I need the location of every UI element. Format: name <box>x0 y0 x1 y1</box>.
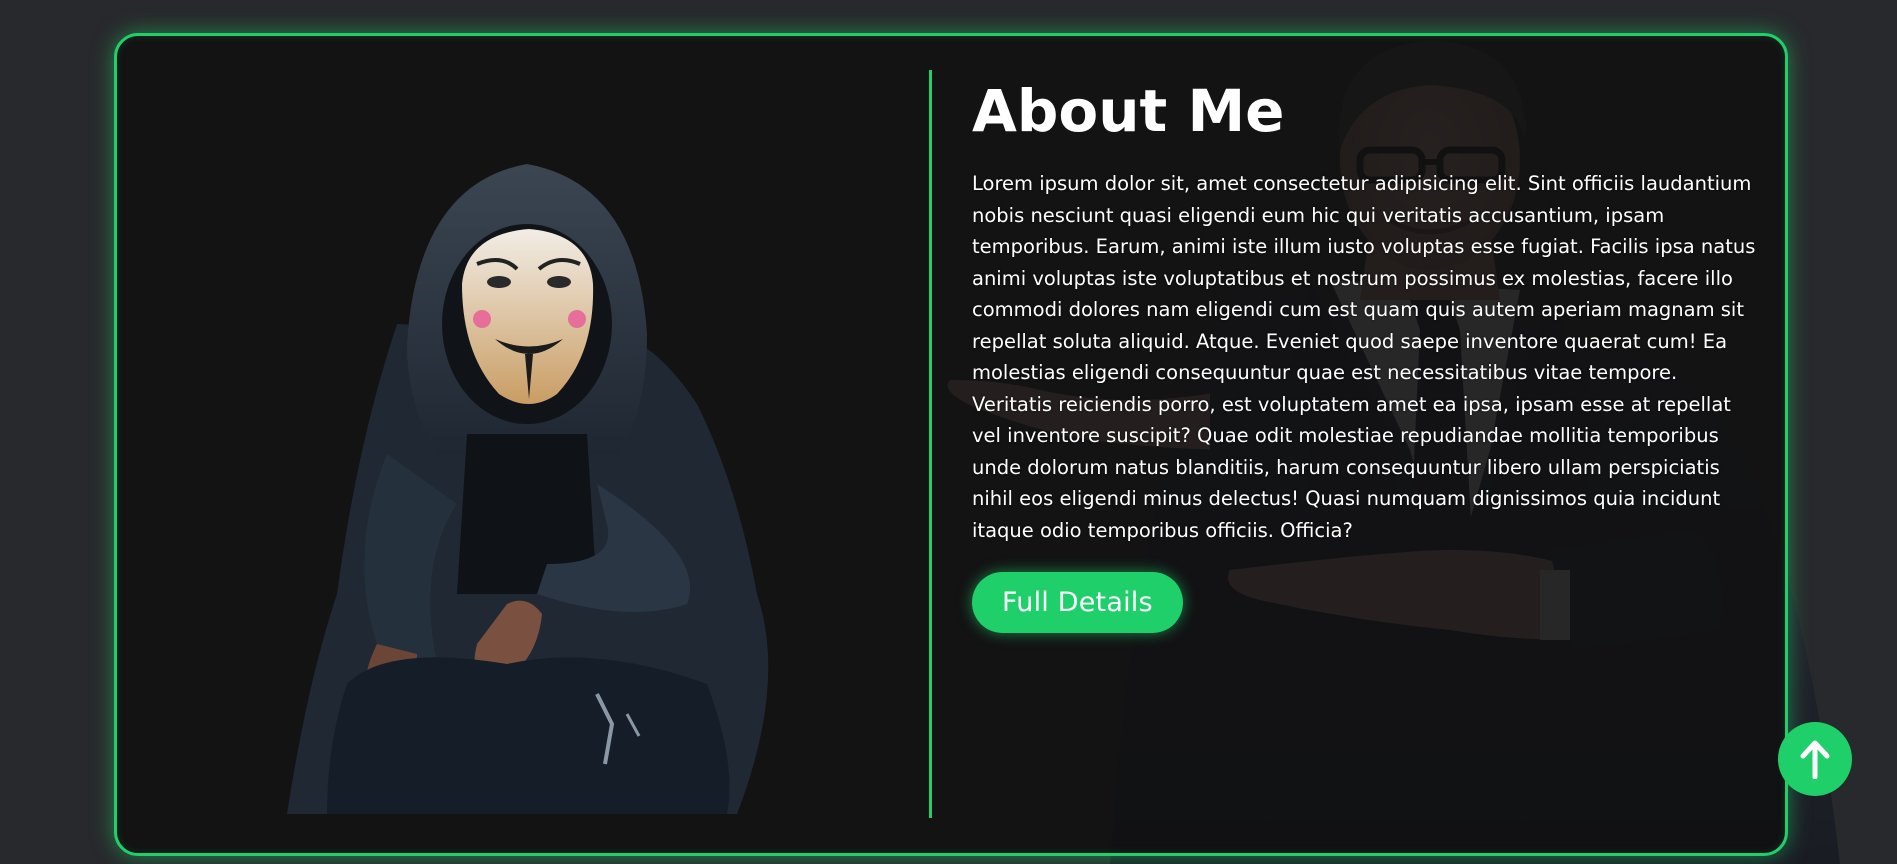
page: About Me Lorem ipsum dolor sit, amet con… <box>0 0 1897 864</box>
about-card: About Me Lorem ipsum dolor sit, amet con… <box>114 33 1788 856</box>
scroll-to-top-button[interactable] <box>1778 722 1852 796</box>
arrow-up-icon <box>1800 740 1830 779</box>
full-details-button[interactable]: Full Details <box>972 572 1183 633</box>
page-title: About Me <box>972 77 1285 145</box>
hacker-image <box>287 164 769 814</box>
about-content: About Me Lorem ipsum dolor sit, amet con… <box>972 82 1772 633</box>
vertical-divider <box>929 70 932 818</box>
about-description: Lorem ipsum dolor sit, amet consectetur … <box>972 172 1756 542</box>
